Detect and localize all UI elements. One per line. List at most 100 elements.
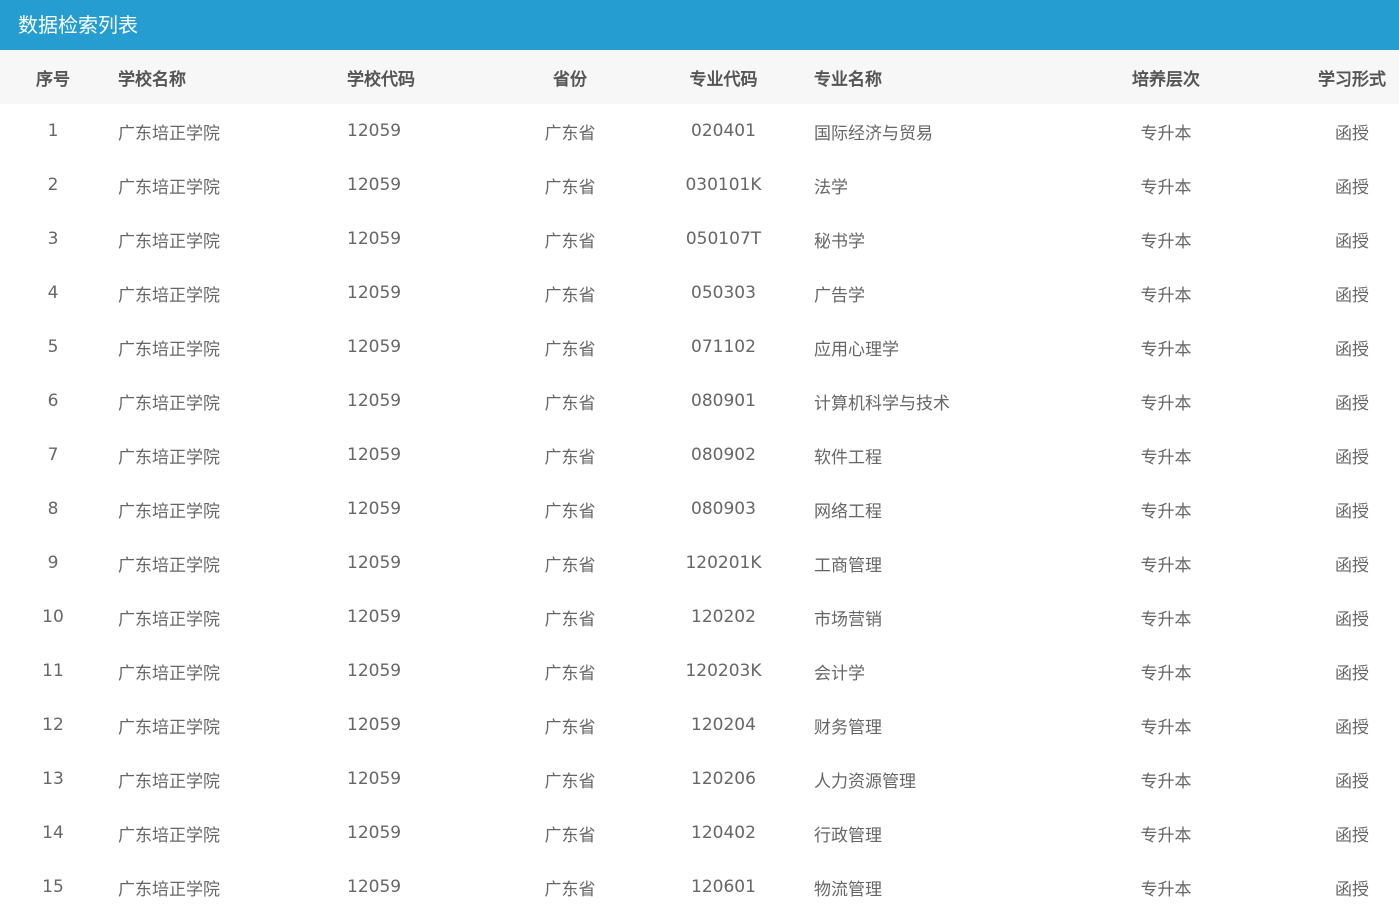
cell-study-mode: 函授 (1335, 771, 1369, 792)
cell-study-mode: 函授 (1335, 285, 1369, 306)
cell-study-mode: 函授 (1335, 339, 1369, 360)
cell-school-name: 广东培正学院 (118, 501, 220, 522)
cell-major-name: 市场营销 (814, 609, 882, 630)
cell-index: 6 (47, 391, 59, 411)
cell-index: 13 (42, 769, 64, 789)
cell-study-mode: 函授 (1335, 447, 1369, 468)
cell-level: 专升本 (1140, 393, 1192, 414)
cell-major-code: 050303 (691, 283, 756, 303)
table-body: 1 广东培正学院 12059 广东省 020401 国际经济与贸易 专升本 函授 2 广东培正学院… (0, 104, 1399, 908)
cell-study-mode: 函授 (1335, 123, 1369, 144)
cell-level: 专升本 (1140, 177, 1192, 198)
cell-school-code: 12059 (347, 175, 402, 195)
cell-province: 广东省 (544, 339, 596, 360)
cell-level: 专升本 (1140, 231, 1192, 252)
cell-study-mode: 函授 (1335, 177, 1369, 198)
column-header-level: 培养层次 (1132, 69, 1200, 90)
cell-index: 10 (42, 607, 64, 627)
cell-level: 专升本 (1140, 501, 1192, 522)
cell-province: 广东省 (544, 717, 596, 738)
cell-school-name: 广东培正学院 (118, 717, 220, 738)
cell-school-code: 12059 (347, 445, 402, 465)
cell-province: 广东省 (544, 825, 596, 846)
cell-major-name: 法学 (814, 177, 848, 198)
cell-study-mode: 函授 (1335, 717, 1369, 738)
cell-school-code: 12059 (347, 499, 402, 519)
cell-province: 广东省 (544, 879, 596, 900)
cell-school-name: 广东培正学院 (118, 339, 220, 360)
table-row: 2 广东培正学院 12059 广东省 030101K 法学 专升本 函授 (0, 158, 1399, 212)
cell-level: 专升本 (1140, 555, 1192, 576)
cell-level: 专升本 (1140, 447, 1192, 468)
cell-province: 广东省 (544, 285, 596, 306)
cell-province: 广东省 (544, 663, 596, 684)
cell-school-name: 广东培正学院 (118, 447, 220, 468)
table-row: 13 广东培正学院 12059 广东省 120206 人力资源管理 专升本 函授 (0, 752, 1399, 806)
cell-major-code: 080901 (691, 391, 756, 411)
cell-index: 8 (47, 499, 59, 519)
cell-index: 2 (47, 175, 59, 195)
table-row: 11 广东培正学院 12059 广东省 120203K 会计学 专升本 函授 (0, 644, 1399, 698)
cell-study-mode: 函授 (1335, 231, 1369, 252)
cell-study-mode: 函授 (1335, 555, 1369, 576)
cell-index: 7 (47, 445, 59, 465)
table-row: 10 广东培正学院 12059 广东省 120202 市场营销 专升本 函授 (0, 590, 1399, 644)
cell-major-name: 计算机科学与技术 (814, 393, 950, 414)
cell-major-name: 国际经济与贸易 (814, 123, 933, 144)
cell-school-name: 广东培正学院 (118, 825, 220, 846)
cell-school-code: 12059 (347, 391, 402, 411)
table-row: 15 广东培正学院 12059 广东省 120601 物流管理 专升本 函授 (0, 860, 1399, 908)
cell-major-code: 080902 (691, 445, 756, 465)
cell-major-name: 软件工程 (814, 447, 882, 468)
cell-school-code: 12059 (347, 553, 402, 573)
cell-index: 15 (42, 877, 64, 897)
cell-level: 专升本 (1140, 825, 1192, 846)
cell-school-code: 12059 (347, 715, 402, 735)
cell-province: 广东省 (544, 447, 596, 468)
cell-major-code: 050107T (685, 229, 762, 249)
cell-province: 广东省 (544, 501, 596, 522)
cell-school-name: 广东培正学院 (118, 663, 220, 684)
cell-major-code: 120201K (685, 553, 762, 573)
cell-index: 12 (42, 715, 64, 735)
cell-index: 14 (42, 823, 64, 843)
table-row: 3 广东培正学院 12059 广东省 050107T 秘书学 专升本 函授 (0, 212, 1399, 266)
cell-major-name: 物流管理 (814, 879, 882, 900)
column-header-school-code: 学校代码 (347, 69, 415, 90)
table-row: 5 广东培正学院 12059 广东省 071102 应用心理学 专升本 函授 (0, 320, 1399, 374)
cell-school-name: 广东培正学院 (118, 771, 220, 792)
table-header: 序号 学校名称 学校代码 省份 专业代码 专业名称 培养层次 学习形式 (0, 50, 1399, 104)
cell-major-name: 财务管理 (814, 717, 882, 738)
cell-index: 11 (42, 661, 64, 681)
table-row: 12 广东培正学院 12059 广东省 120204 财务管理 专升本 函授 (0, 698, 1399, 752)
cell-major-code: 120202 (691, 607, 756, 627)
cell-major-code: 120601 (691, 877, 756, 897)
cell-school-name: 广东培正学院 (118, 231, 220, 252)
cell-province: 广东省 (544, 177, 596, 198)
cell-school-name: 广东培正学院 (118, 393, 220, 414)
cell-school-code: 12059 (347, 769, 402, 789)
cell-province: 广东省 (544, 771, 596, 792)
cell-major-name: 人力资源管理 (814, 771, 916, 792)
cell-index: 3 (47, 229, 59, 249)
cell-school-name: 广东培正学院 (118, 177, 220, 198)
column-header-province: 省份 (553, 69, 587, 90)
column-header-major-code: 专业代码 (689, 69, 758, 90)
cell-major-code: 120402 (691, 823, 756, 843)
table-row: 8 广东培正学院 12059 广东省 080903 网络工程 专升本 函授 (0, 482, 1399, 536)
cell-major-code: 120206 (691, 769, 756, 789)
table-row: 7 广东培正学院 12059 广东省 080902 软件工程 专升本 函授 (0, 428, 1399, 482)
cell-level: 专升本 (1140, 285, 1192, 306)
cell-study-mode: 函授 (1335, 879, 1369, 900)
cell-study-mode: 函授 (1335, 501, 1369, 522)
table-row: 14 广东培正学院 12059 广东省 120402 行政管理 专升本 函授 (0, 806, 1399, 860)
column-header-major-name: 专业名称 (814, 69, 882, 90)
cell-school-code: 12059 (347, 661, 402, 681)
cell-school-code: 12059 (347, 877, 402, 897)
column-header-school-name: 学校名称 (118, 69, 186, 90)
cell-province: 广东省 (544, 609, 596, 630)
cell-school-code: 12059 (347, 823, 402, 843)
cell-major-name: 工商管理 (814, 555, 882, 576)
cell-level: 专升本 (1140, 339, 1192, 360)
table-row: 6 广东培正学院 12059 广东省 080901 计算机科学与技术 专升本 函授 (0, 374, 1399, 428)
